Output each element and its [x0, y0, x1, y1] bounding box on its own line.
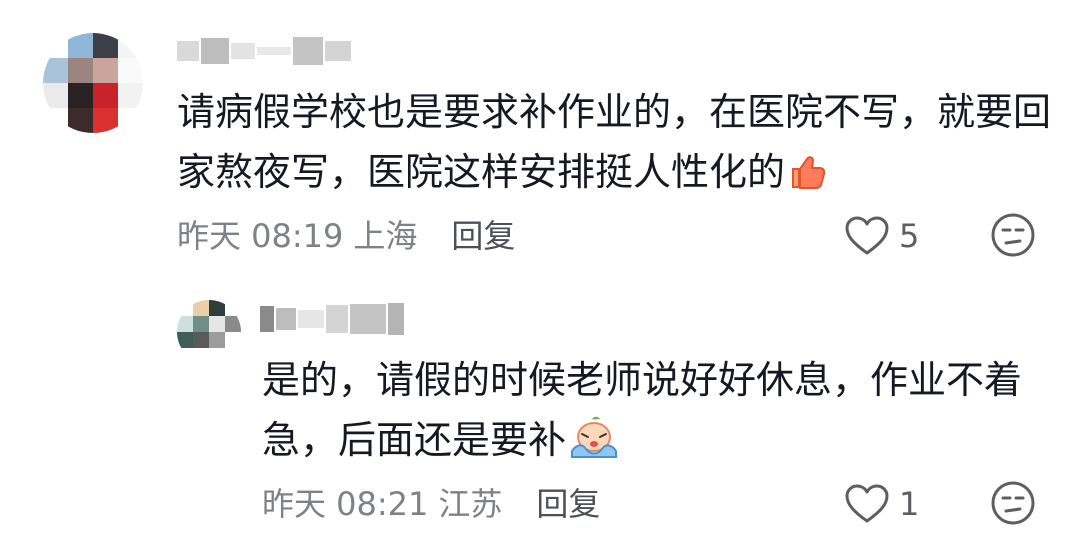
comment-time: 昨天 08:19	[177, 217, 344, 255]
like-count: 1	[899, 485, 920, 523]
comment-body: 请病假学校也是要求补作业的，在医院不写，就要回家熬夜写，医院这样安排挺人性化的	[177, 90, 1052, 194]
comment-text: 请病假学校也是要求补作业的，在医院不写，就要回家熬夜写，医院这样安排挺人性化的	[177, 82, 1057, 208]
username-blurred[interactable]	[260, 302, 404, 336]
heart-outline-icon	[845, 484, 889, 523]
comment-body: 是的，请假的时候老师说好好休息，作业不着急，后面还是要补	[262, 358, 1023, 462]
like-count: 5	[899, 217, 920, 255]
avatar[interactable]	[177, 300, 241, 364]
thumbs-up-icon	[787, 148, 827, 208]
avatar[interactable]	[43, 33, 143, 133]
unamused-face-icon	[991, 481, 1035, 525]
like-button[interactable]: 5	[845, 212, 919, 260]
comment-location: 上海	[353, 217, 418, 255]
unamused-face-icon	[991, 213, 1035, 257]
comment-text: 是的，请假的时候老师说好好休息，作业不着急，后面还是要补	[262, 350, 1042, 476]
reply-button[interactable]: 回复	[451, 211, 515, 257]
crying-face-icon	[568, 415, 620, 476]
heart-outline-icon	[845, 216, 889, 255]
dislike-button[interactable]	[990, 212, 1036, 258]
comment-meta: 昨天 08:19 上海 回复	[177, 210, 515, 258]
comment-time: 昨天 08:21	[262, 485, 429, 523]
username-blurred[interactable]	[177, 34, 351, 68]
comment-location: 江苏	[438, 485, 503, 523]
dislike-button[interactable]	[990, 480, 1036, 526]
like-button[interactable]: 1	[845, 480, 919, 528]
comment-meta: 昨天 08:21 江苏 回复	[262, 478, 600, 526]
reply-button[interactable]: 回复	[536, 479, 600, 525]
